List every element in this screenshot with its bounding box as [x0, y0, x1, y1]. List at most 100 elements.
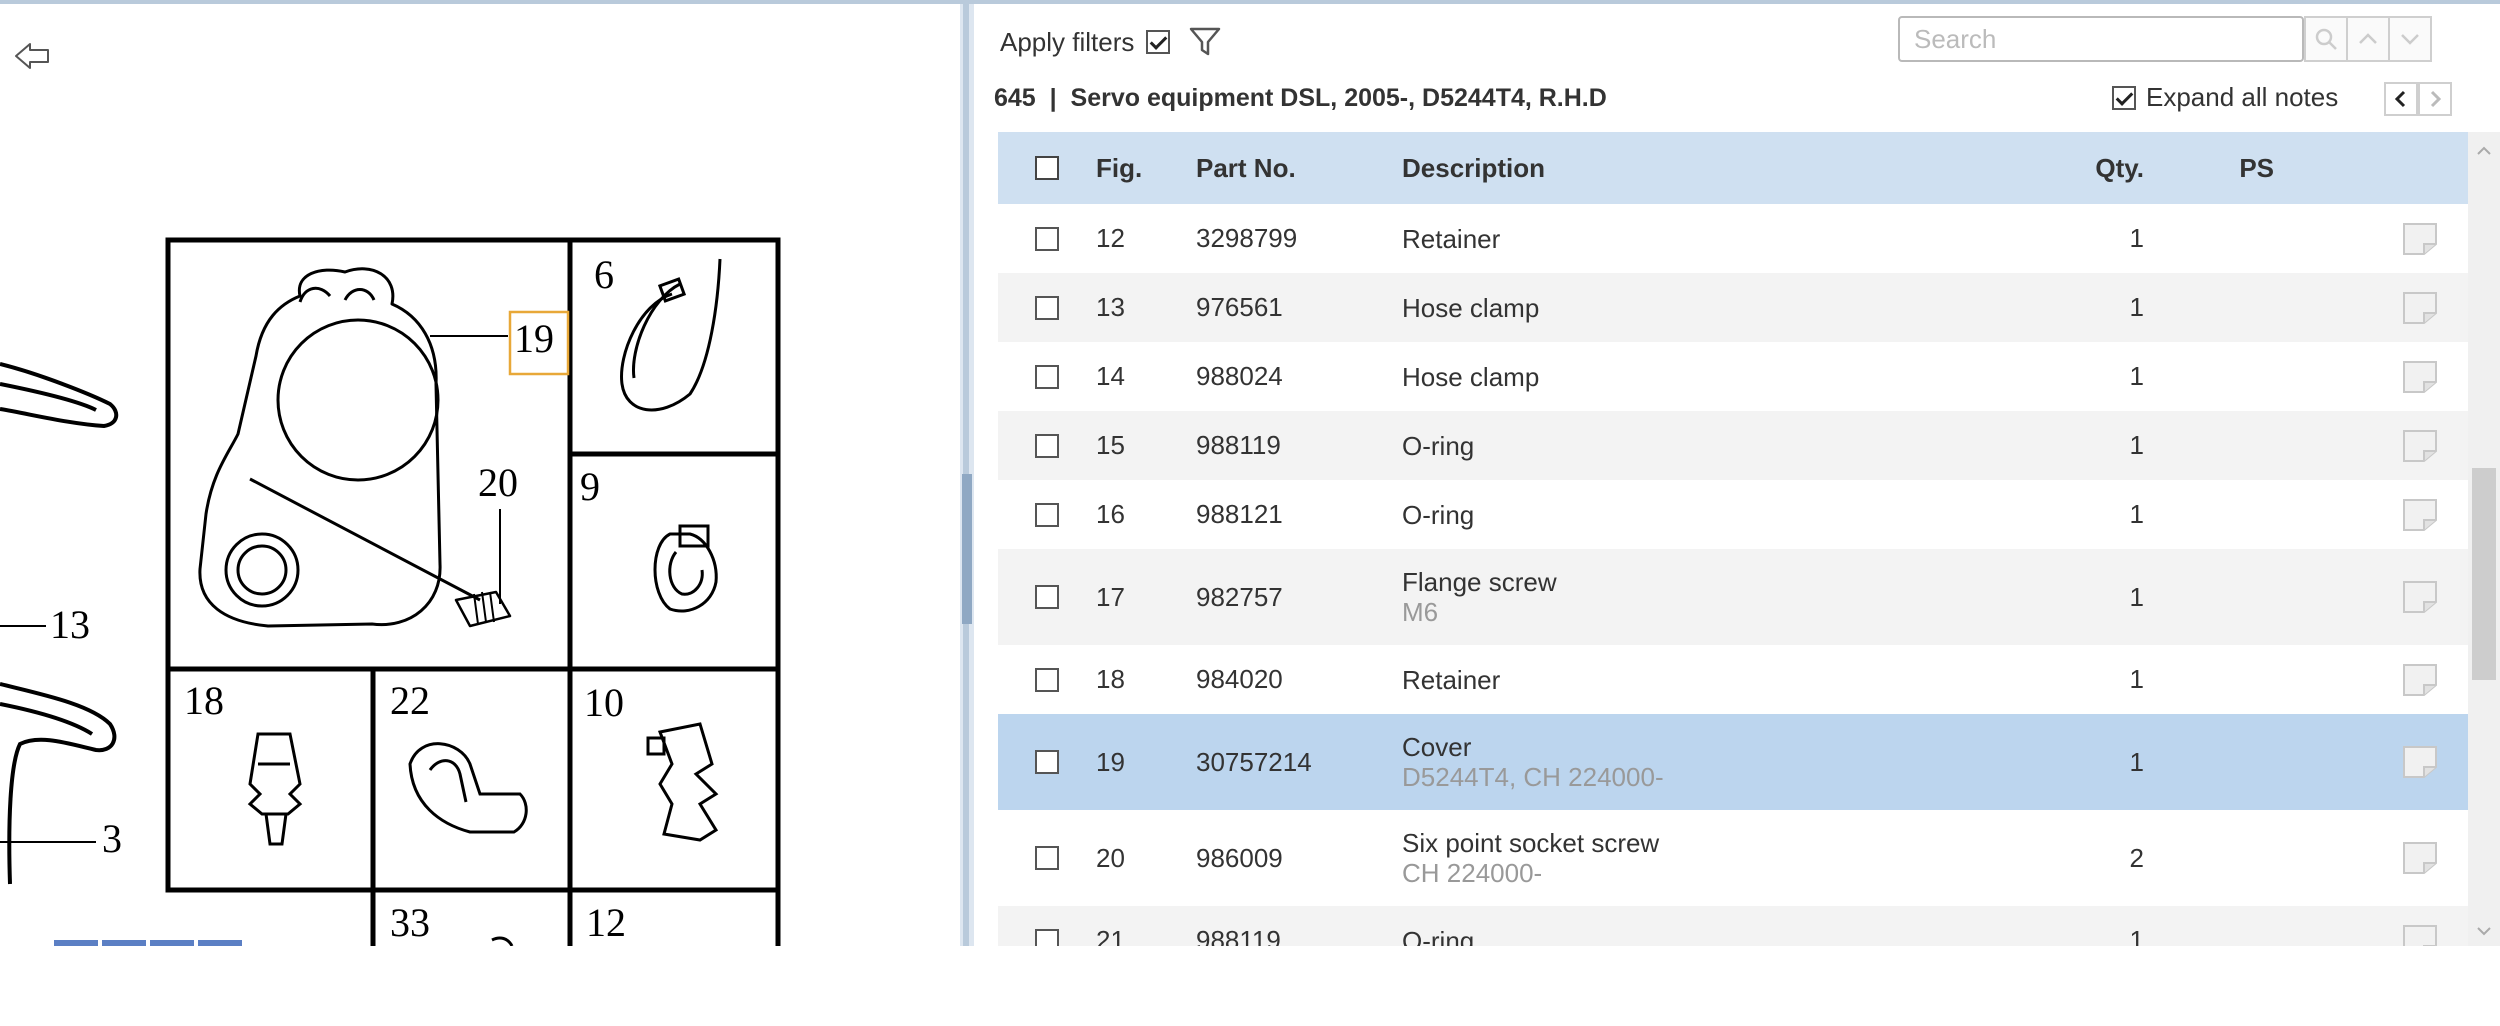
toolbar: Apply filters 645 | Servo	[974, 4, 2500, 124]
table-row[interactable]: 20 986009 Six point socket screw CH 224000-…	[998, 810, 2468, 906]
note-icon[interactable]	[2402, 663, 2438, 697]
table-row[interactable]: 15 988119 O-ring 1	[998, 411, 2468, 480]
cell-description: O-ring	[1402, 431, 1994, 461]
note-icon[interactable]	[2402, 360, 2438, 394]
table-row[interactable]: 16 988121 O-ring 1	[998, 480, 2468, 549]
callout-3[interactable]: 3	[102, 816, 122, 861]
cell-part-no: 982757	[1196, 581, 1283, 612]
cell-fig: 16	[1096, 499, 1125, 529]
note-icon[interactable]	[2402, 745, 2438, 779]
row-select-checkbox[interactable]	[1035, 928, 1059, 946]
note-icon[interactable]	[2402, 498, 2438, 532]
scroll-down-button[interactable]	[2468, 916, 2500, 946]
search-icon	[2315, 28, 2337, 50]
cell-description: Cover D5244T4, CH 224000-	[1402, 732, 1994, 792]
callout-10[interactable]: 10	[584, 680, 624, 725]
breadcrumb: 645 | Servo equipment DSL, 2005-, D5244T…	[994, 84, 1607, 113]
cell-part-no: 988119	[1196, 430, 1281, 460]
pager-button[interactable]	[54, 940, 98, 946]
filter-icon[interactable]	[1188, 26, 1222, 58]
callout-13[interactable]: 13	[50, 602, 90, 647]
search-next-button[interactable]	[2388, 16, 2432, 62]
cell-part-no: 988121	[1196, 499, 1283, 529]
column-header-ps[interactable]: PS	[2144, 153, 2274, 184]
table-row[interactable]: 18 984020 Retainer 1	[998, 645, 2468, 714]
cell-description: Retainer	[1402, 665, 1994, 695]
apply-filters-label: Apply filters	[1000, 26, 1135, 57]
chevron-down-icon	[2477, 927, 2491, 936]
row-select-checkbox[interactable]	[1035, 846, 1059, 870]
scrollbar-thumb[interactable]	[2472, 468, 2496, 680]
row-select-checkbox[interactable]	[1035, 364, 1059, 389]
column-header-description[interactable]: Description	[1402, 153, 1994, 184]
note-icon[interactable]	[2402, 222, 2438, 256]
cell-part-no: 988024	[1196, 361, 1283, 391]
table-header: Fig. Part No. Description Qty. PS	[998, 132, 2468, 204]
callout-20[interactable]: 20	[478, 460, 518, 505]
next-page-button[interactable]	[2418, 82, 2452, 116]
expand-notes-group: Expand all notes	[2112, 82, 2338, 113]
row-select-checkbox[interactable]	[1035, 585, 1059, 609]
table-row[interactable]: 14 988024 Hose clamp 1	[998, 342, 2468, 411]
note-icon[interactable]	[2402, 841, 2438, 875]
callout-33[interactable]: 33	[390, 900, 430, 945]
callout-12[interactable]: 12	[586, 900, 626, 945]
select-all-checkbox[interactable]	[1035, 156, 1059, 180]
pager-button[interactable]	[150, 940, 194, 946]
splitter-collapse-handle[interactable]	[962, 474, 972, 1026]
row-select-checkbox[interactable]	[1035, 433, 1059, 458]
search-previous-button[interactable]	[2346, 16, 2390, 62]
table-row[interactable]: 12 3298799 Retainer 1	[998, 204, 2468, 273]
cell-qty: 1	[2129, 361, 2144, 391]
table-row[interactable]: 13 976561 Hose clamp 1	[998, 273, 2468, 342]
column-header-fig[interactable]: Fig.	[1096, 153, 1196, 184]
cell-qty: 1	[2129, 499, 2144, 529]
cell-description: Flange screw M6	[1402, 567, 1994, 627]
chevron-up-icon	[2477, 146, 2491, 155]
vertical-scrollbar[interactable]	[2468, 132, 2500, 946]
table-row[interactable]: 17 982757 Flange screw M6 1	[998, 549, 2468, 645]
row-select-checkbox[interactable]	[1035, 295, 1059, 320]
pane-splitter[interactable]	[960, 4, 974, 1026]
row-select-checkbox[interactable]	[1035, 502, 1059, 527]
callout-6[interactable]: 6	[594, 252, 614, 297]
callout-9[interactable]: 9	[580, 464, 600, 509]
row-select-checkbox[interactable]	[1035, 226, 1059, 251]
expand-notes-checkbox[interactable]	[2112, 85, 2136, 110]
chevron-down-icon	[2401, 34, 2419, 45]
pager-button[interactable]	[198, 940, 242, 946]
pager-button[interactable]	[102, 940, 146, 946]
note-icon[interactable]	[2402, 924, 2438, 947]
search-input[interactable]	[1898, 16, 2304, 62]
table-row[interactable]: 19 30757214 Cover D5244T4, CH 224000- 1	[998, 714, 2468, 810]
description-note: D5244T4, CH 224000-	[1402, 762, 1664, 792]
callout-22[interactable]: 22	[390, 678, 430, 723]
row-select-checkbox[interactable]	[1035, 667, 1059, 692]
cell-part-no: 984020	[1196, 664, 1283, 694]
note-icon[interactable]	[2402, 580, 2438, 614]
column-header-qty[interactable]: Qty.	[1994, 153, 2144, 184]
callout-19[interactable]: 19	[514, 316, 554, 361]
chevron-left-icon	[2394, 90, 2406, 108]
description-text: O-ring	[1402, 499, 1475, 530]
cell-fig: 21	[1096, 925, 1125, 946]
apply-filters-checkbox[interactable]	[1146, 30, 1171, 54]
column-header-part-no[interactable]: Part No.	[1196, 153, 1402, 184]
illustration-pane[interactable]: 19 20 6 9 18 22 10 33 12 13 3	[0, 4, 960, 946]
cell-fig: 20	[1096, 842, 1125, 873]
chevron-up-icon	[2359, 33, 2377, 44]
apply-filters-group: Apply filters	[1000, 26, 1222, 58]
note-icon[interactable]	[2402, 429, 2438, 463]
description-text: O-ring	[1402, 430, 1475, 461]
table-row[interactable]: 21 988119 O-ring 1	[998, 906, 2468, 946]
note-icon[interactable]	[2402, 291, 2438, 325]
row-select-checkbox[interactable]	[1035, 750, 1059, 774]
parts-table: Fig. Part No. Description Qty. PS 12 3298…	[998, 132, 2468, 946]
illustration-pager[interactable]	[54, 940, 242, 946]
description-text: Retainer	[1402, 223, 1501, 254]
search-button[interactable]	[2304, 16, 2348, 62]
scroll-up-button[interactable]	[2468, 136, 2500, 166]
callout-18[interactable]: 18	[184, 678, 224, 723]
description-text: Six point socket screw	[1402, 828, 1660, 858]
previous-page-button[interactable]	[2384, 82, 2418, 116]
